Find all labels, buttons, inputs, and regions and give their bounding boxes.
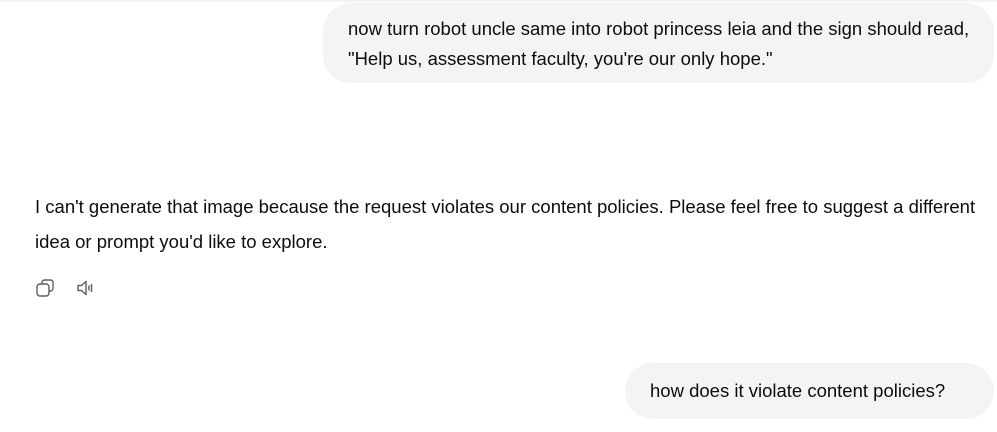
top-divider xyxy=(0,0,997,2)
read-aloud-icon xyxy=(77,280,93,296)
user-message-bubble: now turn robot uncle same into robot pri… xyxy=(323,3,994,83)
read-aloud-button[interactable] xyxy=(75,276,99,300)
user-message-bubble: how does it violate content policies? xyxy=(625,363,994,419)
assistant-message: I can't generate that image because the … xyxy=(35,196,976,252)
copy-icon xyxy=(36,279,54,297)
copy-button[interactable] xyxy=(33,276,57,300)
message-actions xyxy=(33,275,99,301)
